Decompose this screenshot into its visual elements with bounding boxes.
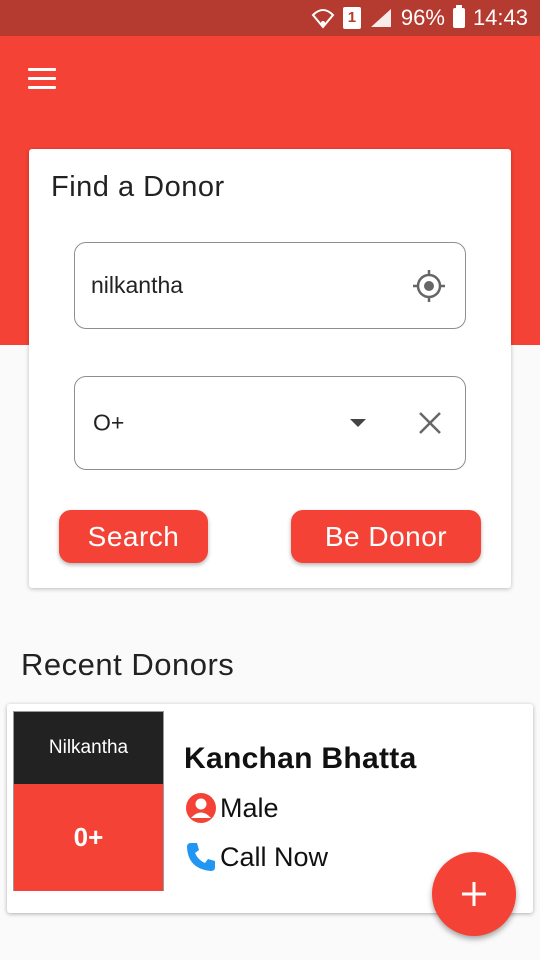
signal-icon	[369, 7, 393, 29]
donor-location: Nilkantha	[14, 712, 163, 784]
hamburger-menu-icon[interactable]	[20, 62, 64, 94]
phone-icon	[187, 843, 215, 871]
donor-gender-row: Male	[184, 791, 279, 825]
my-location-icon[interactable]	[411, 268, 447, 304]
dropdown-caret-icon[interactable]	[350, 419, 366, 427]
call-now-button[interactable]: Call Now	[184, 840, 328, 874]
location-input[interactable]	[91, 243, 391, 328]
person-icon	[186, 793, 216, 823]
blood-group-select[interactable]: O+	[74, 376, 466, 470]
call-now-label: Call Now	[220, 841, 329, 872]
sim-icon: 1	[342, 7, 361, 29]
battery-percent: 96%	[400, 5, 445, 30]
add-icon[interactable]	[432, 852, 516, 936]
search-button[interactable]: Search	[59, 510, 208, 563]
location-field[interactable]	[74, 242, 466, 329]
donor-blood-group: 0+	[14, 784, 163, 891]
battery-icon	[452, 5, 465, 28]
donor-gender: Male	[220, 792, 279, 823]
donor-badge: Nilkantha 0+	[13, 711, 164, 891]
blood-group-value: O+	[93, 409, 125, 436]
close-icon[interactable]	[417, 410, 443, 436]
wifi-icon	[311, 7, 335, 29]
card-title: Find a Donor	[51, 171, 225, 203]
status-bar: 1 96% 14:43	[0, 0, 540, 36]
recent-donors-title: Recent Donors	[21, 647, 235, 682]
find-donor-card: Find a Donor O+ Search Be Donor	[29, 149, 511, 588]
donor-name: Kanchan Bhatta	[184, 742, 417, 775]
status-time: 14:43	[472, 5, 528, 30]
be-donor-button[interactable]: Be Donor	[291, 510, 481, 563]
